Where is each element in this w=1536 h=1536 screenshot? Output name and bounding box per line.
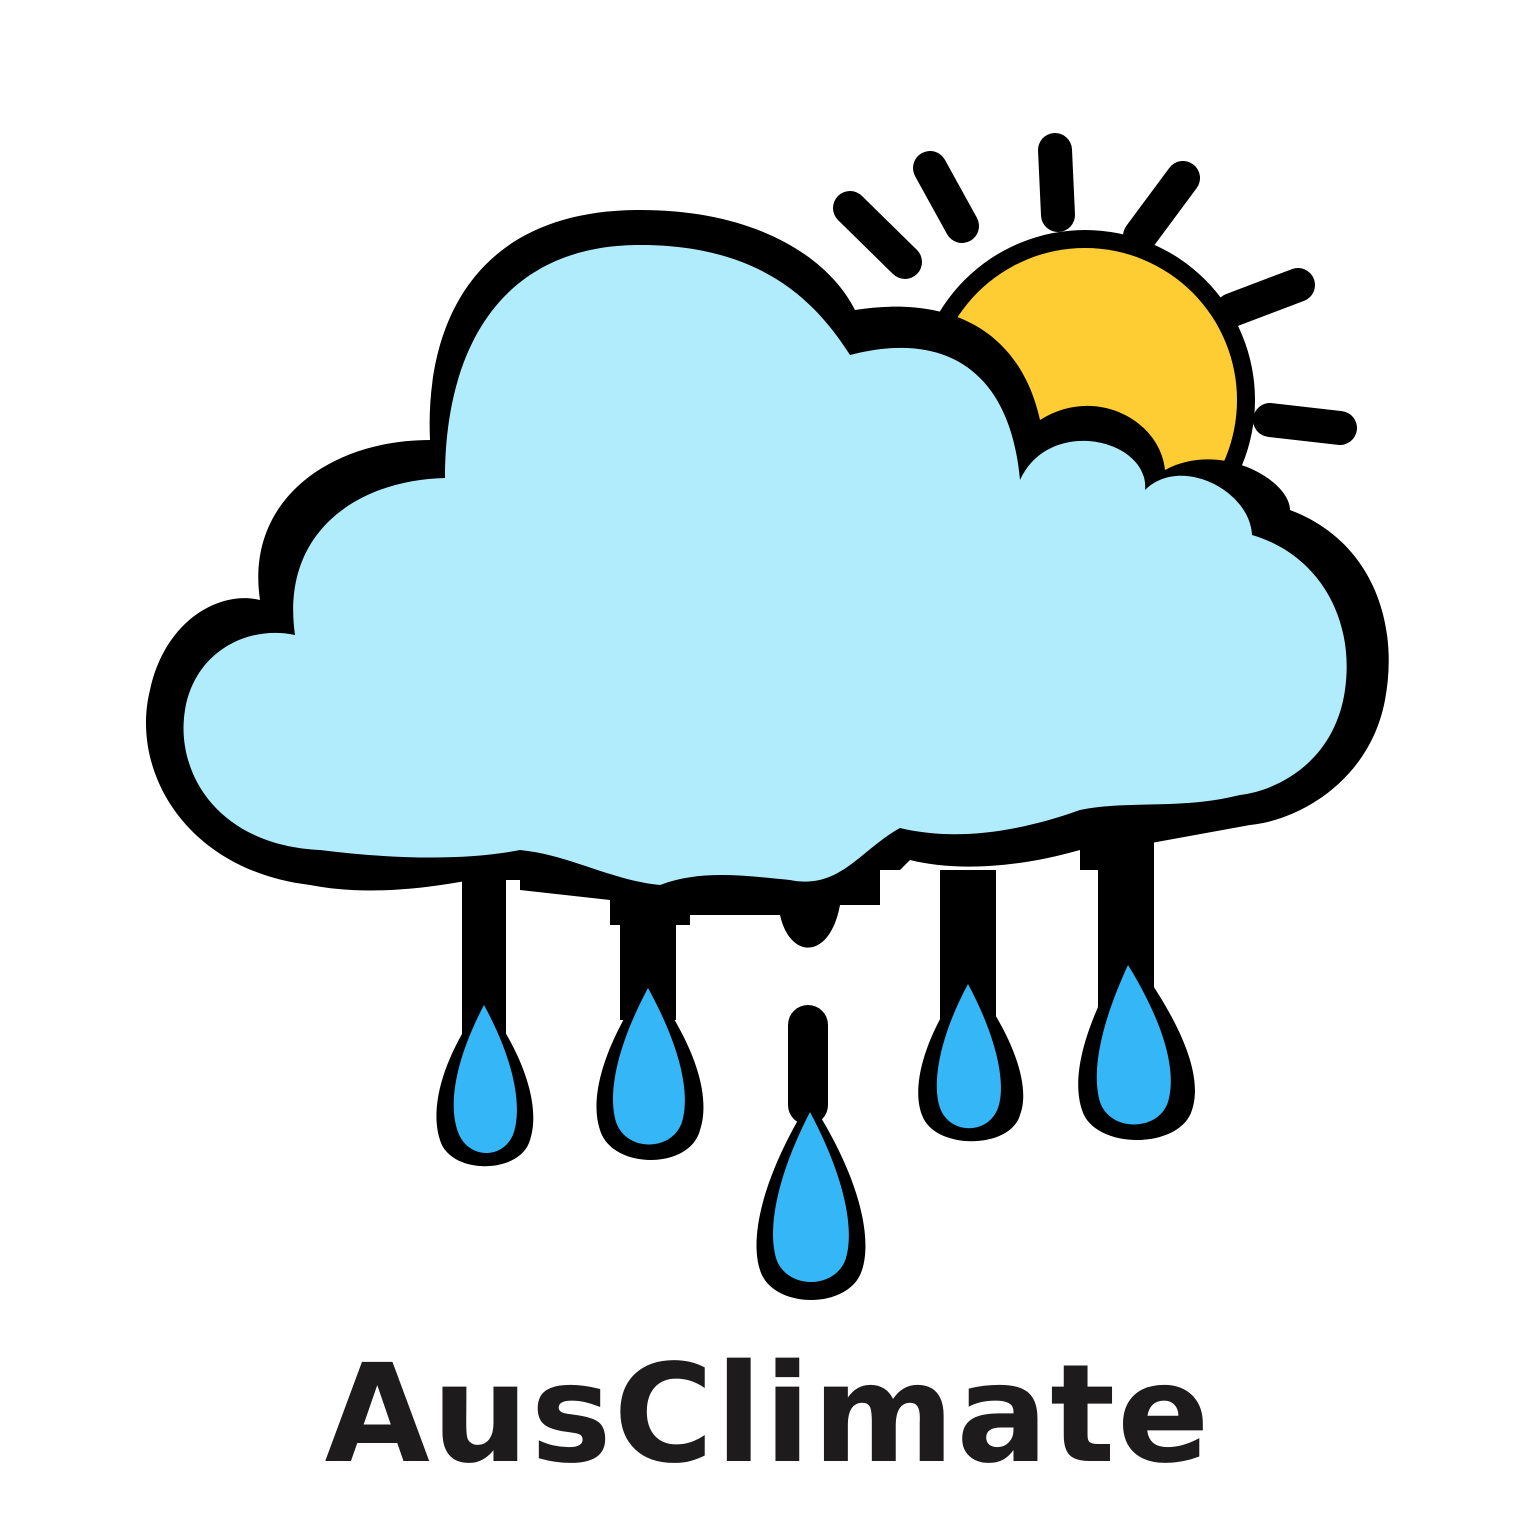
logo: AusClimate (0, 0, 1536, 1536)
brand-name: AusClimate (324, 1336, 1212, 1494)
cloud-rain-sun-icon (145, 133, 1389, 1300)
